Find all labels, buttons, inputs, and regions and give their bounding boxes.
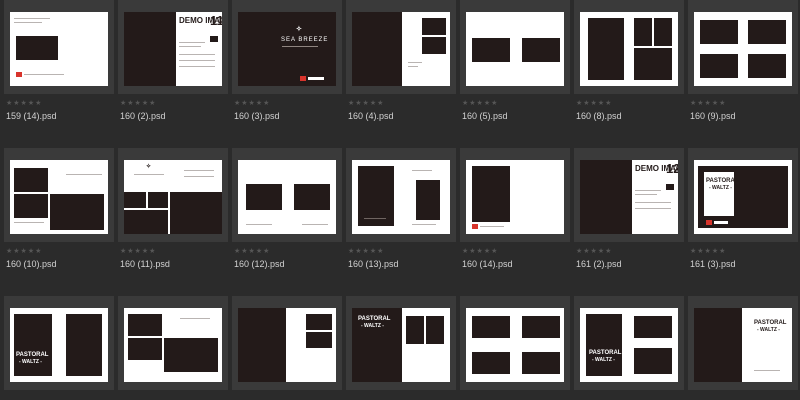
thumbnail-frame — [232, 296, 342, 390]
thumbnail-frame — [232, 148, 342, 242]
star-rating-icon[interactable]: ★★★★★ — [6, 248, 42, 255]
thumbnail-preview[interactable] — [238, 160, 336, 234]
thumbnail-frame — [460, 0, 570, 94]
star-rating-icon[interactable]: ★★★★★ — [234, 100, 270, 107]
thumbnail-filename: 160 (2).psd — [120, 111, 166, 121]
thumbnail-preview[interactable]: PASTORAL - WALTZ - — [352, 308, 450, 382]
thumbnail-preview[interactable]: PASTORAL - WALTZ - — [580, 308, 678, 382]
star-rating-icon[interactable]: ★★★★★ — [348, 248, 384, 255]
thumbnail-filename: 159 (14).psd — [6, 111, 57, 121]
star-rating-icon[interactable]: ★★★★★ — [348, 100, 384, 107]
thumbnail-frame: ✧ SEA BREEZE — [232, 0, 342, 94]
thumbnail-frame: PASTORAL - WALTZ - — [688, 148, 798, 242]
thumbnail-preview[interactable] — [352, 12, 450, 86]
star-rating-icon[interactable]: ★★★★★ — [6, 100, 42, 107]
star-rating-icon[interactable]: ★★★★★ — [462, 100, 498, 107]
thumbnail-frame: PASTORAL - WALTZ - — [4, 296, 114, 390]
preview-number: 12 — [666, 161, 678, 176]
thumbnail-filename: 160 (12).psd — [234, 259, 285, 269]
thumbnail-grid: ★★★★★ 159 (14).psd DEMO IMAGE 11 ★★★★★ 1… — [0, 0, 800, 400]
thumbnail-preview[interactable] — [466, 308, 564, 382]
thumbnail-preview[interactable]: PASTORAL - WALTZ - — [694, 160, 792, 234]
thumbnail-preview[interactable] — [238, 308, 336, 382]
thumbnail-preview[interactable] — [124, 308, 222, 382]
thumbnail-frame: PASTORAL - WALTZ - — [574, 296, 684, 390]
thumbnail-preview[interactable] — [352, 160, 450, 234]
thumbnail-filename: 160 (9).psd — [690, 111, 736, 121]
thumbnail-frame — [688, 0, 798, 94]
thumbnail-filename: 160 (3).psd — [234, 111, 280, 121]
star-rating-icon[interactable]: ★★★★★ — [234, 248, 270, 255]
thumbnail-frame — [4, 148, 114, 242]
star-rating-icon[interactable]: ★★★★★ — [120, 100, 156, 107]
thumbnail-filename: 160 (8).psd — [576, 111, 622, 121]
preview-number: 11 — [210, 13, 222, 28]
thumbnail-filename: 160 (13).psd — [348, 259, 399, 269]
thumbnail-frame: PASTORAL - WALTZ - — [346, 296, 456, 390]
thumbnail-preview[interactable]: ✧ SEA BREEZE — [238, 12, 336, 86]
thumbnail-filename: 160 (4).psd — [348, 111, 394, 121]
thumbnail-filename: 160 (11).psd — [120, 259, 170, 269]
star-rating-icon[interactable]: ★★★★★ — [690, 248, 726, 255]
thumbnail-preview[interactable]: DEMO IMAGE 12 — [580, 160, 678, 234]
thumbnail-preview[interactable] — [466, 160, 564, 234]
thumbnail-filename: 160 (10).psd — [6, 259, 57, 269]
thumbnail-frame — [118, 296, 228, 390]
thumbnail-frame — [460, 148, 570, 242]
thumbnail-filename: 161 (2).psd — [576, 259, 622, 269]
thumbnail-filename: 161 (3).psd — [690, 259, 736, 269]
thumbnail-frame: ✧ — [118, 148, 228, 242]
thumbnail-preview[interactable]: PASTORAL - WALTZ - — [10, 308, 108, 382]
thumbnail-preview[interactable] — [580, 12, 678, 86]
thumbnail-frame: DEMO IMAGE 11 — [118, 0, 228, 94]
thumbnail-frame: DEMO IMAGE 12 — [574, 148, 684, 242]
preview-title: SEA BREEZE — [281, 37, 329, 43]
thumbnail-frame — [460, 296, 570, 390]
thumbnail-filename: 160 (14).psd — [462, 259, 513, 269]
preview-title: PASTORAL — [706, 178, 739, 184]
star-rating-icon[interactable]: ★★★★★ — [576, 248, 612, 255]
thumbnail-preview[interactable] — [694, 12, 792, 86]
thumbnail-preview[interactable] — [466, 12, 564, 86]
preview-subtitle: - WALTZ - — [709, 185, 732, 191]
thumbnail-preview[interactable] — [10, 160, 108, 234]
thumbnail-preview[interactable]: ✧ — [124, 160, 222, 234]
thumbnail-frame — [346, 148, 456, 242]
thumbnail-preview[interactable]: PASTORAL - WALTZ - — [694, 308, 792, 382]
thumbnail-frame: PASTORAL - WALTZ - — [688, 296, 798, 390]
thumbnail-filename: 160 (5).psd — [462, 111, 508, 121]
star-rating-icon[interactable]: ★★★★★ — [120, 248, 156, 255]
thumbnail-frame — [574, 0, 684, 94]
thumbnail-frame — [346, 0, 456, 94]
star-rating-icon[interactable]: ★★★★★ — [690, 100, 726, 107]
thumbnail-frame — [4, 0, 114, 94]
thumbnail-preview[interactable] — [10, 12, 108, 86]
thumbnail-preview[interactable]: DEMO IMAGE 11 — [124, 12, 222, 86]
star-rating-icon[interactable]: ★★★★★ — [462, 248, 498, 255]
star-rating-icon[interactable]: ★★★★★ — [576, 100, 612, 107]
